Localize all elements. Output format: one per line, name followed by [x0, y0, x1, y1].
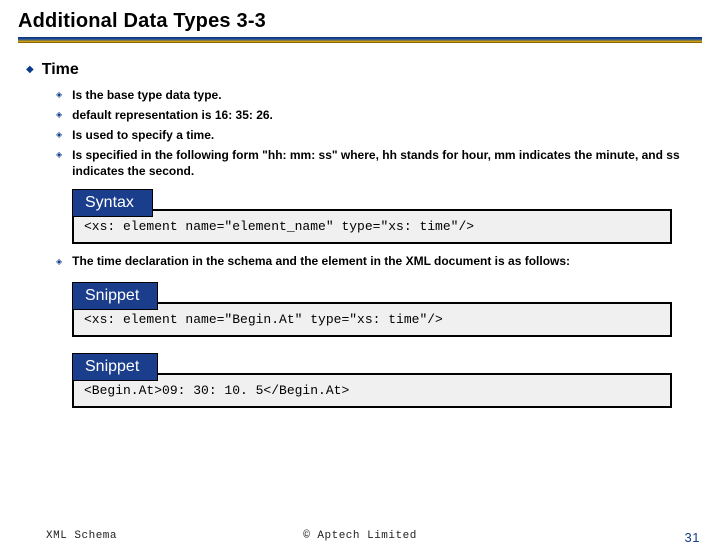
list-item: ◈ default representation is 16: 35: 26.	[56, 107, 694, 123]
diamond-icon: ◈	[56, 107, 62, 123]
bullet-text: default representation is 16: 35: 26.	[72, 107, 273, 123]
content-area: ◆ Time ◈ Is the base type data type. ◈ d…	[0, 47, 720, 408]
diamond-icon: ◈	[56, 87, 62, 103]
title-bar: Additional Data Types 3-3	[0, 0, 720, 47]
bullet-text: Is the base type data type.	[72, 87, 221, 103]
slide: Additional Data Types 3-3 ◆ Time ◈ Is th…	[0, 0, 720, 540]
page-number: 31	[685, 530, 700, 545]
page-title: Additional Data Types 3-3	[18, 10, 702, 33]
snippet-label: Snippet	[72, 282, 158, 310]
snippet-code: <xs: element name="Begin.At" type="xs: t…	[84, 312, 443, 327]
syntax-codebox: <xs: element name="element_name" type="x…	[72, 209, 672, 244]
diamond-icon: ◈	[56, 147, 62, 163]
mid-line: ◈ The time declaration in the schema and…	[56, 254, 694, 270]
snippet-codebox: <Begin.At>09: 30: 10. 5</Begin.At>	[72, 373, 672, 408]
title-rule	[18, 37, 702, 43]
bullet-text: Is used to specify a time.	[72, 127, 214, 143]
list-item: ◈ Is used to specify a time.	[56, 127, 694, 143]
bullet-text: Is specified in the following form "hh: …	[72, 147, 694, 179]
list-item: ◈ Is the base type data type.	[56, 87, 694, 103]
snippet-label: Snippet	[72, 353, 158, 381]
diamond-icon: ◈	[56, 127, 62, 143]
bullet-list: ◈ Is the base type data type. ◈ default …	[56, 87, 694, 179]
list-item: ◈ Is specified in the following form "hh…	[56, 147, 694, 179]
syntax-code: <xs: element name="element_name" type="x…	[84, 219, 474, 234]
mid-text: The time declaration in the schema and t…	[72, 254, 570, 268]
section-heading-row: ◆ Time	[26, 61, 694, 87]
section-heading: Time	[42, 61, 79, 79]
snippet-code: <Begin.At>09: 30: 10. 5</Begin.At>	[84, 383, 349, 398]
syntax-label: Syntax	[72, 189, 153, 217]
diamond-icon: ◆	[26, 61, 34, 79]
snippet-codebox: <xs: element name="Begin.At" type="xs: t…	[72, 302, 672, 337]
diamond-icon: ◈	[56, 254, 62, 270]
footer-center: © Aptech Limited	[0, 530, 720, 542]
